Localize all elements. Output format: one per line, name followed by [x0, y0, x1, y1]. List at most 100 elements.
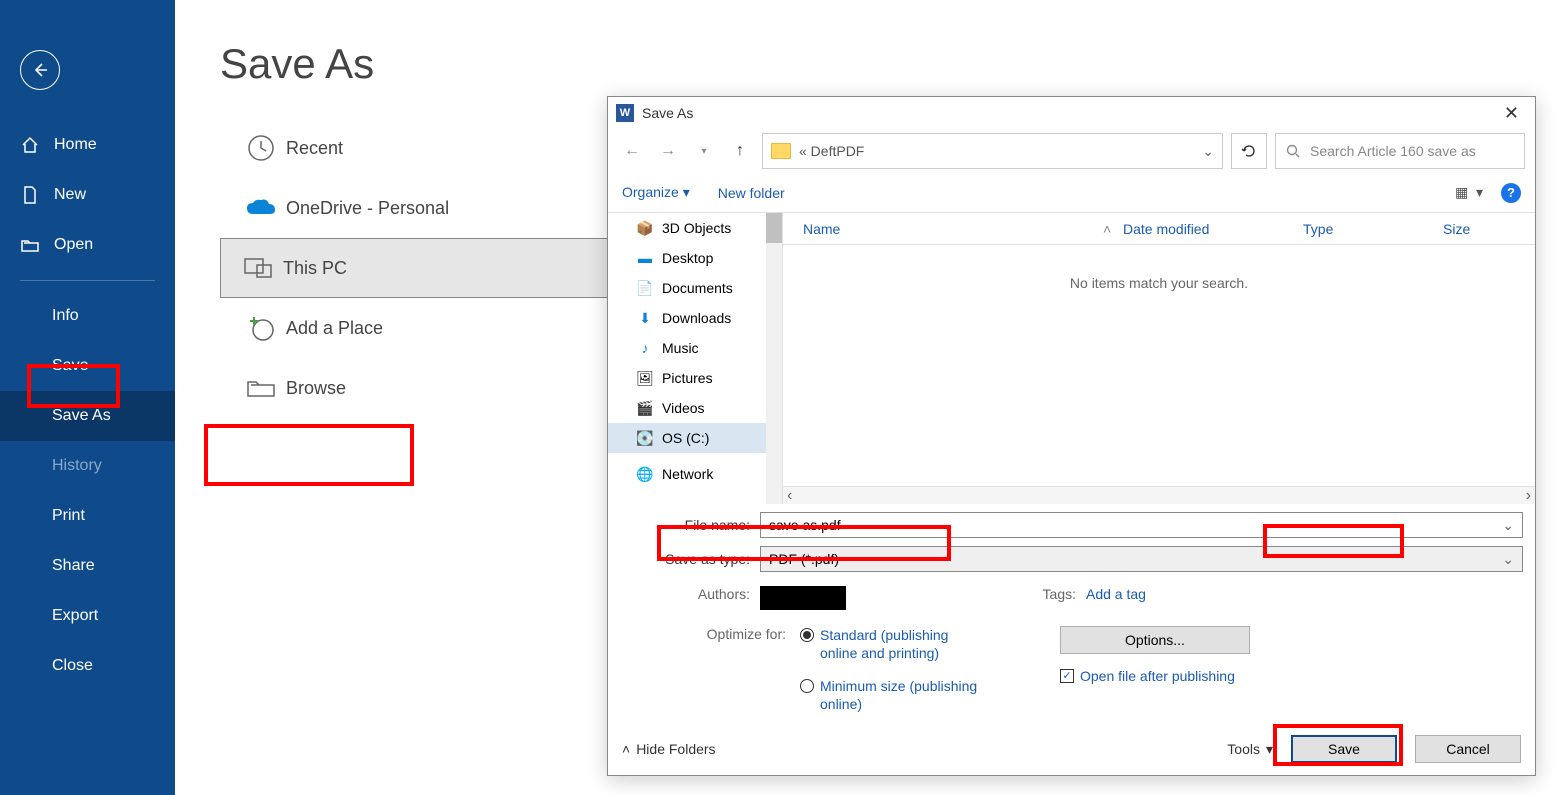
- location-label: Recent: [286, 138, 343, 159]
- tools-menu[interactable]: Tools ▾: [1227, 741, 1273, 758]
- col-name[interactable]: Name: [803, 221, 1103, 237]
- col-size[interactable]: Size: [1443, 221, 1535, 237]
- tree-3d-objects[interactable]: 📦3D Objects: [608, 213, 782, 243]
- sidebar-item-open[interactable]: Open: [0, 220, 175, 270]
- empty-message: No items match your search.: [783, 275, 1535, 291]
- author-redacted: [760, 586, 846, 610]
- col-type[interactable]: Type: [1303, 221, 1443, 237]
- sidebar-label: History: [52, 457, 102, 475]
- location-browse[interactable]: Browse: [220, 358, 610, 418]
- nav-forward-icon[interactable]: →: [654, 137, 682, 165]
- sidebar-label: Share: [52, 557, 95, 575]
- location-label: OneDrive - Personal: [286, 198, 449, 219]
- new-folder-button[interactable]: New folder: [718, 185, 785, 201]
- nav-recent-icon[interactable]: ▾: [690, 137, 718, 165]
- chevron-down-icon: ▾: [1266, 741, 1273, 758]
- sidebar-item-home[interactable]: Home: [0, 120, 175, 170]
- sidebar-item-info[interactable]: Info: [0, 291, 175, 341]
- col-date[interactable]: Date modified: [1123, 221, 1303, 237]
- sidebar-item-share[interactable]: Share: [0, 541, 175, 591]
- location-recent[interactable]: Recent: [220, 118, 610, 178]
- location-onedrive[interactable]: OneDrive - Personal: [220, 178, 610, 238]
- optimize-label: Optimize for:: [620, 626, 800, 713]
- sidebar-item-print[interactable]: Print: [0, 491, 175, 541]
- hide-folders-label: Hide Folders: [636, 741, 715, 757]
- tree-label: Desktop: [662, 250, 713, 266]
- save-type-label: Save as type:: [620, 551, 760, 567]
- breadcrumb-text: « DeftPDF: [799, 143, 864, 159]
- sidebar-item-export[interactable]: Export: [0, 591, 175, 641]
- tree-os-c[interactable]: 💽OS (C:): [608, 423, 782, 453]
- checkbox-label: Open file after publishing: [1080, 668, 1235, 684]
- sidebar-label: Home: [54, 136, 97, 154]
- cancel-button[interactable]: Cancel: [1415, 735, 1521, 763]
- checkbox-icon: ✓: [1060, 669, 1074, 683]
- dialog-body: 📦3D Objects ▬ Desktop 📄Documents ⬇Downloa…: [608, 213, 1535, 504]
- location-label: This PC: [283, 258, 347, 279]
- dialog-form: File name: save as.pdf ⌄ Save as type: P…: [608, 504, 1535, 723]
- file-pane: Name ˄ Date modified Type Size No items …: [783, 213, 1535, 504]
- radio-label: Minimum size (publishing online): [820, 677, 980, 713]
- backstage-sidebar: Home New Open Info Save Save As History …: [0, 0, 175, 795]
- optimize-standard-radio[interactable]: Standard (publishing online and printing…: [800, 626, 980, 662]
- breadcrumb[interactable]: « DeftPDF ⌄: [762, 133, 1223, 169]
- sidebar-item-new[interactable]: New: [0, 170, 175, 220]
- sidebar-label: New: [54, 186, 86, 204]
- sidebar-item-history[interactable]: History: [0, 441, 175, 491]
- tree-downloads[interactable]: ⬇Downloads: [608, 303, 782, 333]
- tree-network[interactable]: 🌐Network: [608, 459, 782, 489]
- tree-pictures[interactable]: 🖼Pictures: [608, 363, 782, 393]
- dialog-titlebar: W Save As ✕: [608, 97, 1535, 129]
- open-icon: [20, 235, 40, 255]
- authors-label: Authors:: [620, 586, 760, 610]
- column-headers[interactable]: Name ˄ Date modified Type Size: [783, 213, 1535, 245]
- options-button[interactable]: Options...: [1060, 626, 1250, 654]
- dialog-footer: ˄ Hide Folders Tools ▾ Save Cancel: [608, 723, 1535, 775]
- h-scrollbar[interactable]: ‹›: [783, 486, 1535, 504]
- chevron-down-icon[interactable]: ⌄: [1502, 551, 1514, 568]
- documents-icon: 📄: [636, 280, 654, 297]
- dialog-title: Save As: [642, 105, 693, 121]
- desktop-icon: ▬: [636, 250, 654, 266]
- location-add-place[interactable]: Add a Place: [220, 298, 610, 358]
- refresh-button[interactable]: [1231, 133, 1267, 169]
- sidebar-label: Export: [52, 607, 98, 625]
- save-button[interactable]: Save: [1291, 735, 1397, 763]
- location-this-pc[interactable]: This PC: [220, 238, 610, 298]
- file-name-input[interactable]: save as.pdf ⌄: [760, 512, 1523, 538]
- radio-icon: [800, 679, 814, 693]
- folder-tree[interactable]: 📦3D Objects ▬ Desktop 📄Documents ⬇Downloa…: [608, 213, 783, 504]
- add-place-icon: [236, 313, 286, 343]
- drive-icon: 💽: [636, 430, 654, 447]
- page-title: Save As: [220, 40, 1521, 88]
- sidebar-item-save[interactable]: Save: [0, 341, 175, 391]
- add-tag-link[interactable]: Add a tag: [1086, 586, 1146, 610]
- file-name-label: File name:: [620, 517, 760, 533]
- sidebar-item-close[interactable]: Close: [0, 641, 175, 691]
- nav-back-icon[interactable]: ←: [618, 137, 646, 165]
- chevron-down-icon[interactable]: ⌄: [1502, 517, 1514, 534]
- help-icon[interactable]: ?: [1501, 183, 1521, 203]
- tree-documents[interactable]: 📄Documents: [608, 273, 782, 303]
- hide-folders-button[interactable]: ˄ Hide Folders: [622, 741, 716, 757]
- file-name-value: save as.pdf: [769, 517, 841, 533]
- sidebar-item-save-as[interactable]: Save As: [0, 391, 175, 441]
- sidebar-label: Info: [52, 307, 79, 325]
- organize-menu[interactable]: Organize ▾: [622, 184, 690, 201]
- tree-desktop[interactable]: ▬ Desktop: [608, 243, 782, 273]
- search-input[interactable]: Search Article 160 save as: [1275, 133, 1525, 169]
- open-after-checkbox[interactable]: ✓ Open file after publishing: [1060, 668, 1250, 684]
- tree-music[interactable]: ♪Music: [608, 333, 782, 363]
- save-type-select[interactable]: PDF (*.pdf) ⌄: [760, 546, 1523, 572]
- view-menu[interactable]: ▦ ▾: [1455, 184, 1483, 201]
- chevron-down-icon[interactable]: ⌄: [1202, 143, 1214, 160]
- close-button[interactable]: ✕: [1496, 103, 1527, 124]
- nav-up-icon[interactable]: ↑: [726, 137, 754, 165]
- browse-icon: [236, 376, 286, 400]
- tree-videos[interactable]: 🎬Videos: [608, 393, 782, 423]
- optimize-minimum-radio[interactable]: Minimum size (publishing online): [800, 677, 980, 713]
- back-button[interactable]: [20, 50, 60, 90]
- tree-scrollbar[interactable]: [766, 213, 782, 504]
- tree-label: 3D Objects: [662, 220, 731, 236]
- word-icon: W: [616, 104, 634, 122]
